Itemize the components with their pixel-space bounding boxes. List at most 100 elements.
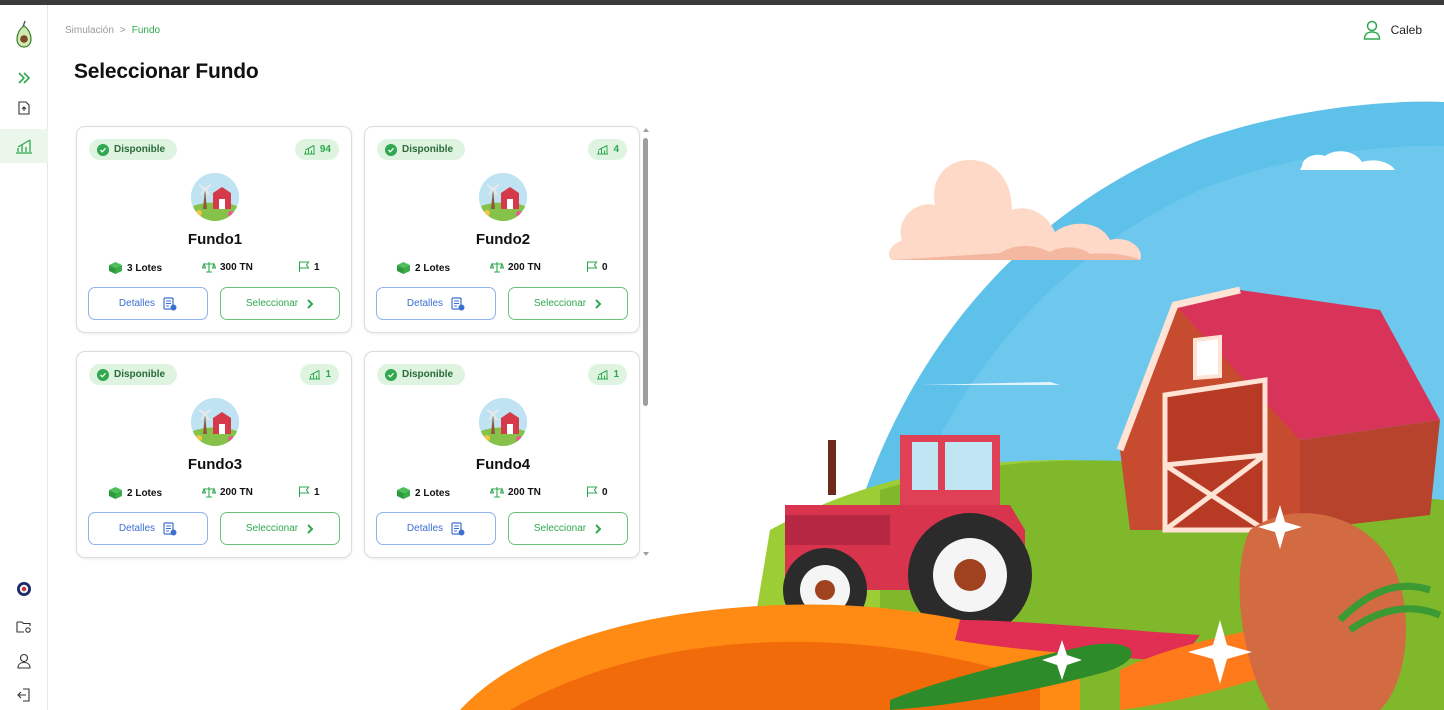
details-button[interactable]: Detalles	[88, 287, 208, 320]
page-title: Seleccionar Fundo	[74, 60, 259, 83]
lotes-stat: 2 Lotes	[108, 486, 162, 500]
cube-icon	[109, 262, 122, 274]
fundo-name: Fundo1	[187, 231, 243, 248]
folder-settings-icon	[16, 621, 31, 633]
barn-avatar-icon	[479, 398, 527, 446]
fundo-grid: Disponible 94 Fundo1 3 Lotes 300 TN 1 De…	[76, 126, 640, 558]
barn-avatar-icon	[191, 398, 239, 446]
scroll-up-arrow-icon[interactable]	[641, 126, 651, 134]
nav-simulation[interactable]	[0, 129, 48, 163]
avocado-logo-icon[interactable]	[0, 17, 48, 51]
chevron-right-icon	[595, 523, 602, 534]
barn-avatar-icon	[191, 173, 239, 221]
window-top-bar	[0, 0, 1444, 5]
breadcrumb-current: Fundo	[131, 25, 161, 36]
flag-icon	[586, 261, 598, 272]
user-menu[interactable]: Caleb	[1363, 20, 1422, 40]
document-settings-icon	[163, 296, 177, 310]
fundo-name: Fundo4	[475, 456, 531, 473]
select-button[interactable]: Seleccionar	[220, 287, 340, 320]
select-label: Seleccionar	[245, 523, 299, 534]
document-settings-icon	[451, 296, 465, 310]
status-label: Disponible	[402, 369, 454, 380]
simulation-count: 94	[319, 144, 331, 155]
simulation-count: 4	[613, 144, 619, 155]
select-label: Seleccionar	[245, 298, 299, 309]
scale-icon	[202, 487, 216, 498]
fundo-stats: 2 Lotes 200 TN 0	[365, 486, 641, 502]
fundo-avatar	[191, 398, 239, 446]
status-badge: Disponible	[89, 364, 178, 385]
logout-button[interactable]	[0, 684, 48, 706]
flags-stat: 1	[298, 486, 320, 498]
lotes-stat: 3 Lotes	[108, 261, 162, 275]
fundo-card: Disponible 1 Fundo4 2 Lotes 200 TN 0 Det…	[364, 351, 640, 558]
status-badge: Disponible	[89, 139, 178, 160]
status-label: Disponible	[114, 144, 166, 155]
tonnage-stat: 300 TN	[202, 261, 253, 273]
simulation-count-badge: 4	[588, 139, 627, 160]
scrollbar-thumb[interactable]	[643, 138, 648, 406]
simulation-count-badge: 1	[300, 364, 339, 385]
tonnage-stat: 200 TN	[202, 486, 253, 498]
status-label: Disponible	[114, 369, 166, 380]
emblem-icon	[17, 582, 31, 596]
select-label: Seleccionar	[533, 298, 587, 309]
details-button[interactable]: Detalles	[88, 512, 208, 545]
cube-icon	[397, 487, 410, 499]
simulation-count-badge: 94	[294, 139, 339, 160]
breadcrumb-separator: >	[119, 25, 126, 36]
tonnage-stat: 200 TN	[490, 261, 541, 273]
details-label: Detalles	[406, 523, 444, 534]
status-label: Disponible	[402, 144, 454, 155]
card-list-scrollbar[interactable]	[641, 126, 651, 558]
simulation-count-badge: 1	[588, 364, 627, 385]
file-upload-button[interactable]	[0, 97, 48, 119]
details-label: Detalles	[406, 298, 444, 309]
breadcrumb-parent[interactable]: Simulación	[65, 25, 114, 36]
lotes-stat: 2 Lotes	[396, 486, 450, 500]
select-button[interactable]: Seleccionar	[508, 512, 628, 545]
lotes-value: 2 Lotes	[127, 487, 163, 499]
flag-icon	[586, 486, 598, 497]
document-settings-icon	[451, 521, 465, 535]
emblem-button[interactable]	[0, 578, 48, 600]
fundo-stats: 2 Lotes 200 TN 1	[77, 486, 353, 502]
details-label: Detalles	[118, 298, 156, 309]
chevron-right-icon	[307, 523, 314, 534]
check-circle-icon	[385, 368, 397, 381]
scale-icon	[202, 262, 216, 273]
simulation-count: 1	[613, 369, 619, 380]
profile-button[interactable]	[0, 650, 48, 672]
details-button[interactable]: Detalles	[376, 287, 496, 320]
flags-stat: 1	[298, 261, 320, 273]
scale-icon	[490, 487, 504, 498]
chevrons-right-icon	[18, 72, 31, 84]
status-badge: Disponible	[377, 139, 466, 160]
sidebar	[0, 5, 48, 710]
fundo-stats: 2 Lotes 200 TN 0	[365, 261, 641, 277]
fundo-avatar	[479, 398, 527, 446]
flag-icon	[298, 486, 310, 497]
select-label: Seleccionar	[533, 523, 587, 534]
scroll-down-arrow-icon[interactable]	[641, 550, 651, 558]
tonnage-value: 200 TN	[508, 261, 541, 273]
lotes-value: 3 Lotes	[127, 262, 163, 274]
scale-icon	[490, 262, 504, 273]
chart-icon	[597, 145, 609, 155]
details-button[interactable]: Detalles	[376, 512, 496, 545]
folder-settings-button[interactable]	[0, 616, 48, 638]
flags-value: 0	[602, 486, 608, 498]
chart-icon	[16, 139, 32, 154]
expand-sidebar-button[interactable]	[0, 67, 48, 89]
tonnage-stat: 200 TN	[490, 486, 541, 498]
simulation-count: 1	[325, 369, 331, 380]
fundo-stats: 3 Lotes 300 TN 1	[77, 261, 353, 277]
cube-icon	[397, 262, 410, 274]
select-button[interactable]: Seleccionar	[508, 287, 628, 320]
chart-icon	[303, 145, 315, 155]
select-button[interactable]: Seleccionar	[220, 512, 340, 545]
chart-icon	[597, 370, 609, 380]
chart-icon	[309, 370, 321, 380]
check-circle-icon	[385, 143, 397, 156]
